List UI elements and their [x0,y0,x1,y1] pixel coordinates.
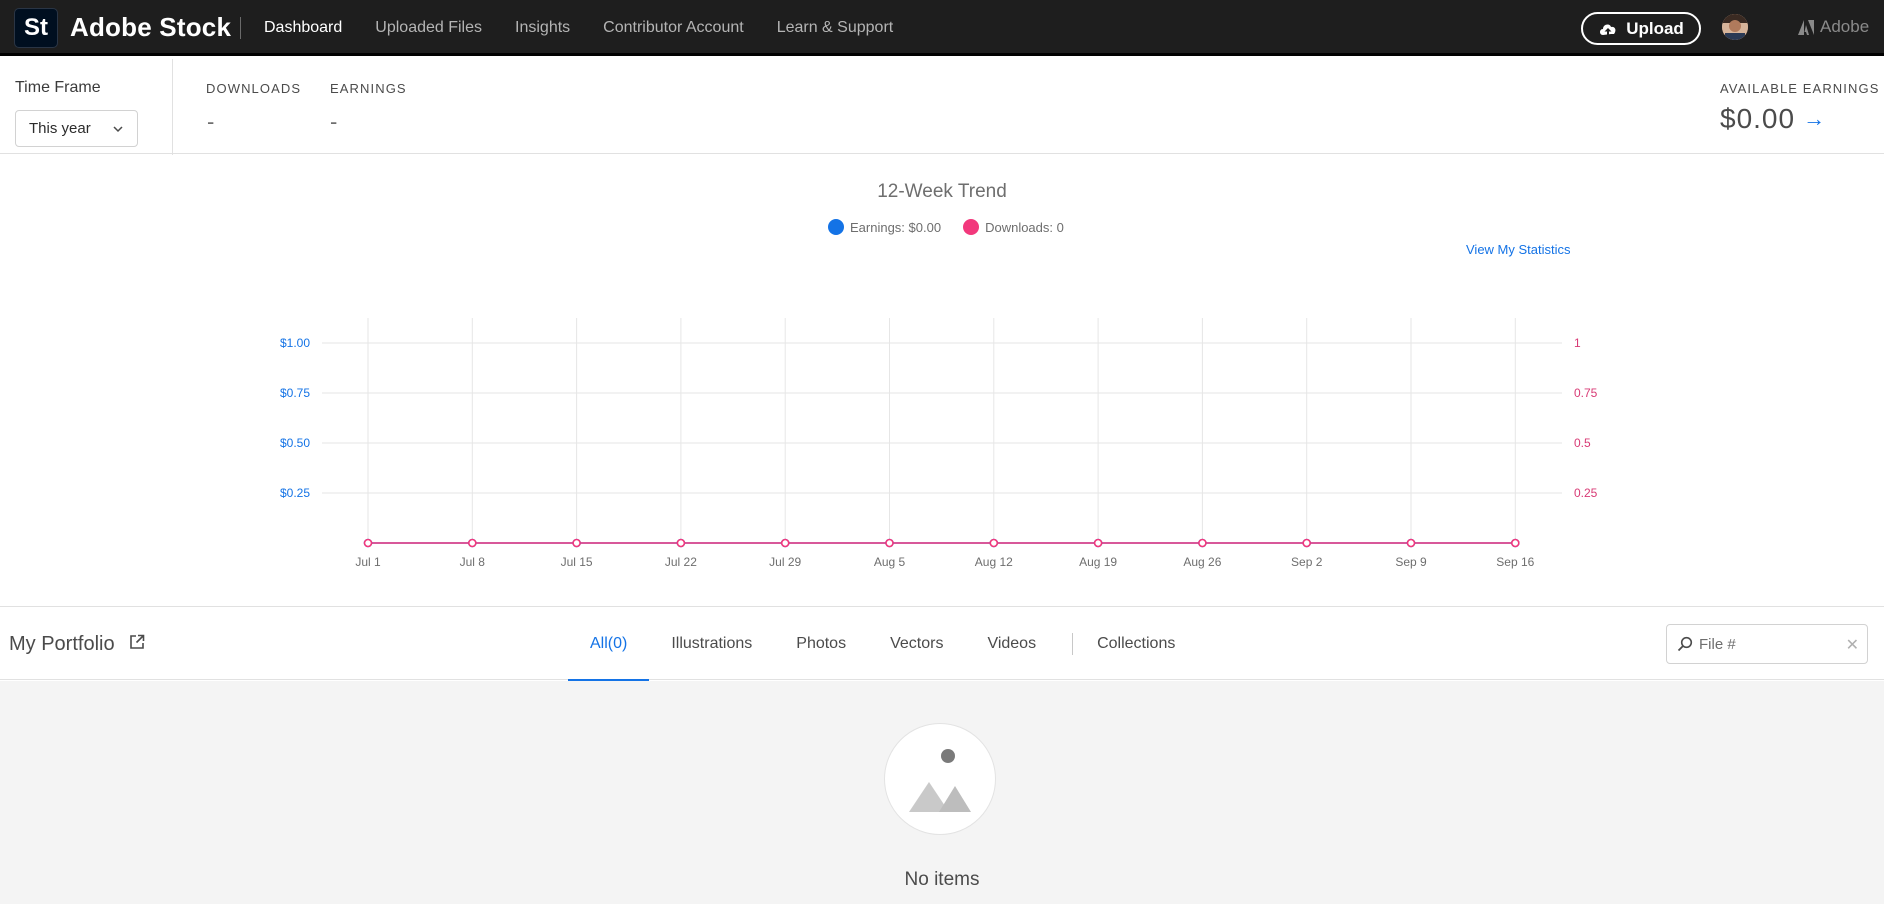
downloads-label: DOWNLOADS [206,81,302,96]
nav-divider [240,17,241,39]
chevron-down-icon [113,126,123,133]
legend-earnings[interactable]: Earnings: $0.00 [828,219,941,235]
nav-insights[interactable]: Insights [515,19,570,37]
portfolio-heading: My Portfolio [9,633,145,656]
empty-portfolio: No items [0,681,1884,904]
file-search: ✕ [1666,624,1868,664]
legend-downloads-swatch [963,219,980,235]
right-axis-tick-label: 1 [1574,336,1581,350]
portfolio-tabs: All(0) Illustrations Photos Vectors Vide… [568,607,1197,682]
left-axis-tick-label: $0.50 [280,436,310,450]
legend-downloads-label: Downloads: 0 [985,219,1064,235]
x-axis-tick-label: Aug 12 [975,555,1013,569]
x-axis-tick-label: Aug 19 [1079,555,1117,569]
tab-illustrations[interactable]: Illustrations [649,607,774,681]
available-earnings-value: $0.00 [1720,103,1796,134]
left-axis-tick-label: $0.25 [280,486,310,500]
data-point-downloads [572,538,581,548]
left-axis-tick-label: $1.00 [280,336,310,350]
arrow-right-icon[interactable]: → [1803,106,1826,132]
legend-earnings-label: Earnings: $0.00 [850,219,942,235]
right-axis-tick-label: 0.25 [1574,486,1598,500]
main-nav: Dashboard Uploaded Files Insights Contri… [264,0,926,56]
data-point-downloads [363,538,373,548]
top-nav-bar: St Adobe Stock Dashboard Uploaded Files … [0,0,1884,56]
user-avatar[interactable] [1722,14,1748,40]
portfolio-bar: My Portfolio All(0) Illustrations Photos… [0,606,1884,682]
right-axis-tick-label: 0.5 [1574,436,1591,450]
timeframe-select[interactable]: This year [15,110,138,147]
app-name[interactable]: Adobe Stock [70,12,231,43]
external-link-icon[interactable] [129,633,145,656]
chart-title: 12-Week Trend [877,181,1007,202]
x-axis-tick-label: Jul 29 [769,555,801,569]
stats-divider [172,59,173,155]
upload-button[interactable]: Upload [1581,12,1701,45]
left-axis-tick-label: $0.75 [280,386,310,400]
nav-learn-support[interactable]: Learn & Support [777,19,894,37]
data-point-downloads [676,538,686,548]
legend-downloads[interactable]: Downloads: 0 [963,219,1064,235]
x-axis-tick-label: Sep 16 [1496,555,1534,569]
timeframe-value: This year [29,120,91,137]
nav-uploaded-files[interactable]: Uploaded Files [375,19,482,37]
data-point-downloads [467,538,477,548]
tab-vectors[interactable]: Vectors [868,607,965,681]
earnings-label: EARNINGS [330,81,407,96]
upload-label: Upload [1626,18,1684,38]
tab-videos[interactable]: Videos [965,607,1058,681]
right-axis-tick-label: 0.75 [1574,386,1598,400]
data-point-downloads [1302,538,1311,548]
x-axis-tick-label: Aug 5 [874,555,906,569]
tab-collections[interactable]: Collections [1075,607,1197,681]
nav-dashboard[interactable]: Dashboard [264,19,342,37]
x-axis-tick-label: Jul 22 [665,555,697,569]
available-earnings-label: AVAILABLE EARNINGS [1720,81,1880,96]
tab-photos[interactable]: Photos [774,607,868,681]
empty-message: No items [904,869,980,890]
data-point-downloads [780,538,790,548]
adobe-a-icon [1798,19,1814,35]
view-my-statistics-link[interactable]: View My Statistics [1466,242,1571,257]
x-axis-tick-label: Jul 8 [460,555,486,569]
legend-earnings-swatch [828,219,844,235]
data-point-downloads [989,538,999,548]
data-point-downloads [1198,538,1207,548]
tab-all[interactable]: All(0) [568,607,650,682]
data-point-downloads [1406,538,1416,548]
chart-legend: Earnings: $0.00 Downloads: 0 [828,219,1086,235]
nav-contributor-account[interactable]: Contributor Account [603,19,744,37]
data-point-downloads [885,538,894,548]
available-earnings: $0.00 → [1720,103,1826,135]
file-search-input[interactable] [1699,635,1839,653]
portfolio-title: My Portfolio [9,633,115,655]
data-point-downloads [1511,538,1520,548]
x-axis-tick-label: Jul 1 [355,555,381,569]
cloud-upload-icon [1600,24,1616,36]
empty-image-icon [884,723,996,835]
stats-row: Time Frame This year DOWNLOADS - EARNING… [0,59,1884,155]
timeframe-label: Time Frame [15,79,101,96]
trend-chart: $0.25 $0.50 $0.75 $1.00 0.25 0.5 0.75 1 Jul 1 Jul… [280,318,1598,569]
data-point-downloads [1093,538,1103,548]
adobe-stock-logo[interactable]: St [14,8,58,48]
x-axis-tick-label: Jul 15 [561,555,593,569]
search-icon [1677,636,1693,652]
clear-icon[interactable]: ✕ [1846,635,1859,655]
adobe-label: Adobe [1820,17,1870,36]
earnings-value: - [330,109,338,134]
user-photo-icon [1722,14,1748,40]
adobe-logo[interactable]: Adobe [1798,17,1869,37]
tab-divider [1072,633,1074,655]
x-axis-tick-label: Sep 2 [1291,555,1323,569]
downloads-value: - [207,109,215,134]
x-axis-tick-label: Sep 9 [1395,555,1427,569]
x-axis-tick-label: Aug 26 [1183,555,1221,569]
